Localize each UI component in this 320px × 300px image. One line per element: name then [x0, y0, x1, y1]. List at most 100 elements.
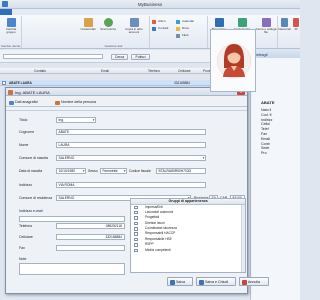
address-field[interactable]: VIA ROMA [56, 182, 206, 188]
fax-label: Fax [19, 246, 25, 250]
group-label: Cambio utente [0, 44, 21, 48]
sync-button[interactable]: Sincronizza [98, 18, 118, 31]
search-input[interactable] [3, 54, 103, 59]
phone-label: Telefono [19, 224, 33, 228]
column-header[interactable]: Contatto [34, 69, 46, 73]
tab-personal-data[interactable]: Dati anagrafici [8, 99, 52, 106]
checkbox[interactable] [134, 248, 138, 253]
groups-list: Gruppi di appartenenza Impresa/Enti Lavo… [130, 198, 246, 273]
recent-button[interactable]: Ultimi [152, 19, 166, 24]
phone-field[interactable]: 089252118 [56, 223, 125, 229]
row-checkbox[interactable] [2, 81, 6, 85]
person-icon [8, 89, 13, 95]
cancel-button[interactable]: Annulla [239, 277, 269, 286]
birthdate-label: Data di nascita [19, 169, 43, 173]
credentials-button[interactable]: Credenziali [79, 18, 97, 31]
column-header[interactable]: Cellulare [178, 69, 191, 73]
column-header[interactable]: Email [101, 69, 109, 73]
key-icon [83, 18, 93, 27]
drive-icon [176, 26, 180, 31]
contacts-button[interactable]: Contatti [152, 26, 168, 31]
id-card-icon [9, 100, 14, 105]
fax-field[interactable] [56, 245, 125, 251]
checkbox[interactable] [134, 227, 138, 231]
title-label: Titolo [19, 118, 28, 122]
address-label: Indirizzo [19, 183, 33, 187]
surname-field[interactable]: ABATE [56, 129, 206, 135]
users-icon [6, 18, 16, 27]
ribbon-group-google: Ultimi Contatti Calendar Drive Fileb [150, 16, 208, 48]
name-field[interactable]: LAURA [56, 142, 206, 148]
email-field[interactable] [19, 216, 125, 222]
file-icon [176, 33, 180, 38]
file-button[interactable]: Fileb [176, 33, 189, 38]
tax-code-label: Codice fiscale [129, 169, 151, 173]
column-header[interactable]: Telefono [148, 69, 160, 73]
notes-field[interactable] [19, 263, 125, 275]
checkbox[interactable] [134, 210, 138, 215]
details-line: Cod. fi [261, 112, 272, 117]
notes-label: Note [19, 257, 27, 261]
drive-button[interactable]: Drive [176, 26, 189, 31]
contacts-icon [152, 26, 156, 31]
search-link-file-button[interactable]: Cerca e collega file [254, 18, 278, 35]
shield-icon [214, 18, 224, 27]
hide-button[interactable]: Nascondi [278, 18, 291, 31]
checkbox[interactable] [134, 237, 138, 242]
details-panel: Dettagli ABATE Nato il Cod. fi Indirizz … [250, 50, 300, 300]
save-close-icon [199, 280, 204, 285]
checkbox[interactable] [134, 205, 138, 209]
divider [6, 110, 247, 111]
mobile-field[interactable]: 332165884 [56, 234, 125, 240]
checkbox[interactable] [134, 221, 138, 226]
clear-button[interactable]: Pulisci [131, 53, 150, 60]
ribbon-group-view: Nascondi Ri [278, 16, 300, 48]
female-avatar-icon [216, 43, 252, 79]
ribbon-group-gestione: Credenziali Sincronizza Copia in altro a… [78, 16, 150, 48]
close-panel-icon [293, 18, 299, 27]
tab-appointments[interactable]: Nomine della persona [54, 99, 114, 106]
scrollbar[interactable] [241, 204, 245, 272]
tax-code-field[interactable]: BTALRA80R50H703O [156, 168, 206, 174]
list-item[interactable]: Medici competenti [131, 248, 245, 253]
title-select[interactable]: Ing. [56, 117, 96, 123]
name-label: Nome [19, 143, 29, 147]
dialog-title: Ing. ABATE LAURA [15, 90, 50, 95]
folder-search-icon [261, 18, 271, 27]
copy-account-button[interactable]: Copia in altro account [120, 18, 148, 35]
checkbox[interactable] [134, 232, 138, 236]
calendar-icon [176, 19, 180, 24]
group-label: Gestione dati [104, 44, 123, 48]
details-lines: Nato il Cod. fi Indirizz Cellul Telef Fa… [261, 108, 272, 156]
birthplace-select[interactable]: SALERNO [56, 155, 206, 161]
birthplace-label: Comune di nascita [19, 156, 48, 160]
birthdate-picker[interactable]: 10/10/1980 [56, 168, 86, 174]
details-name: ABATE [261, 100, 275, 105]
details-line: Pro [261, 151, 267, 156]
mobile-label: Cellulare [19, 235, 33, 239]
profile-photo[interactable] [210, 29, 256, 92]
dialog-tabs: Dati anagrafici Nomine della persona [6, 97, 247, 107]
ribbon-group-utente: Cambia gruppo Cambio utente [0, 16, 22, 48]
save-button[interactable]: Salva [167, 277, 193, 286]
change-group-button[interactable]: Cambia gruppo [1, 18, 21, 35]
checkbox[interactable] [134, 216, 138, 220]
title-bar: MyBusiness [0, 0, 300, 9]
window-title: MyBusiness [137, 2, 163, 7]
save-close-button[interactable]: Salva e Chiudi [196, 277, 236, 286]
save-icon [170, 280, 175, 285]
search-button[interactable]: Cerca [111, 53, 128, 60]
hide-icon [281, 18, 288, 27]
cancel-icon [242, 280, 247, 285]
ri-button[interactable]: Ri [292, 18, 300, 31]
details-header: Dettagli [251, 50, 300, 58]
email-label: Indirizzo e-mail [19, 209, 43, 213]
contact-cell: ABATE LAURA [9, 81, 32, 85]
sex-select[interactable]: Femminile [100, 168, 127, 174]
copy-icon [129, 18, 139, 27]
checkbox[interactable] [134, 243, 138, 247]
mobile-cell: 332165884 [174, 81, 190, 85]
calendar-button[interactable]: Calendar [176, 19, 194, 24]
residence-label: Comune di residenza [19, 196, 53, 200]
person-icon [55, 100, 60, 105]
